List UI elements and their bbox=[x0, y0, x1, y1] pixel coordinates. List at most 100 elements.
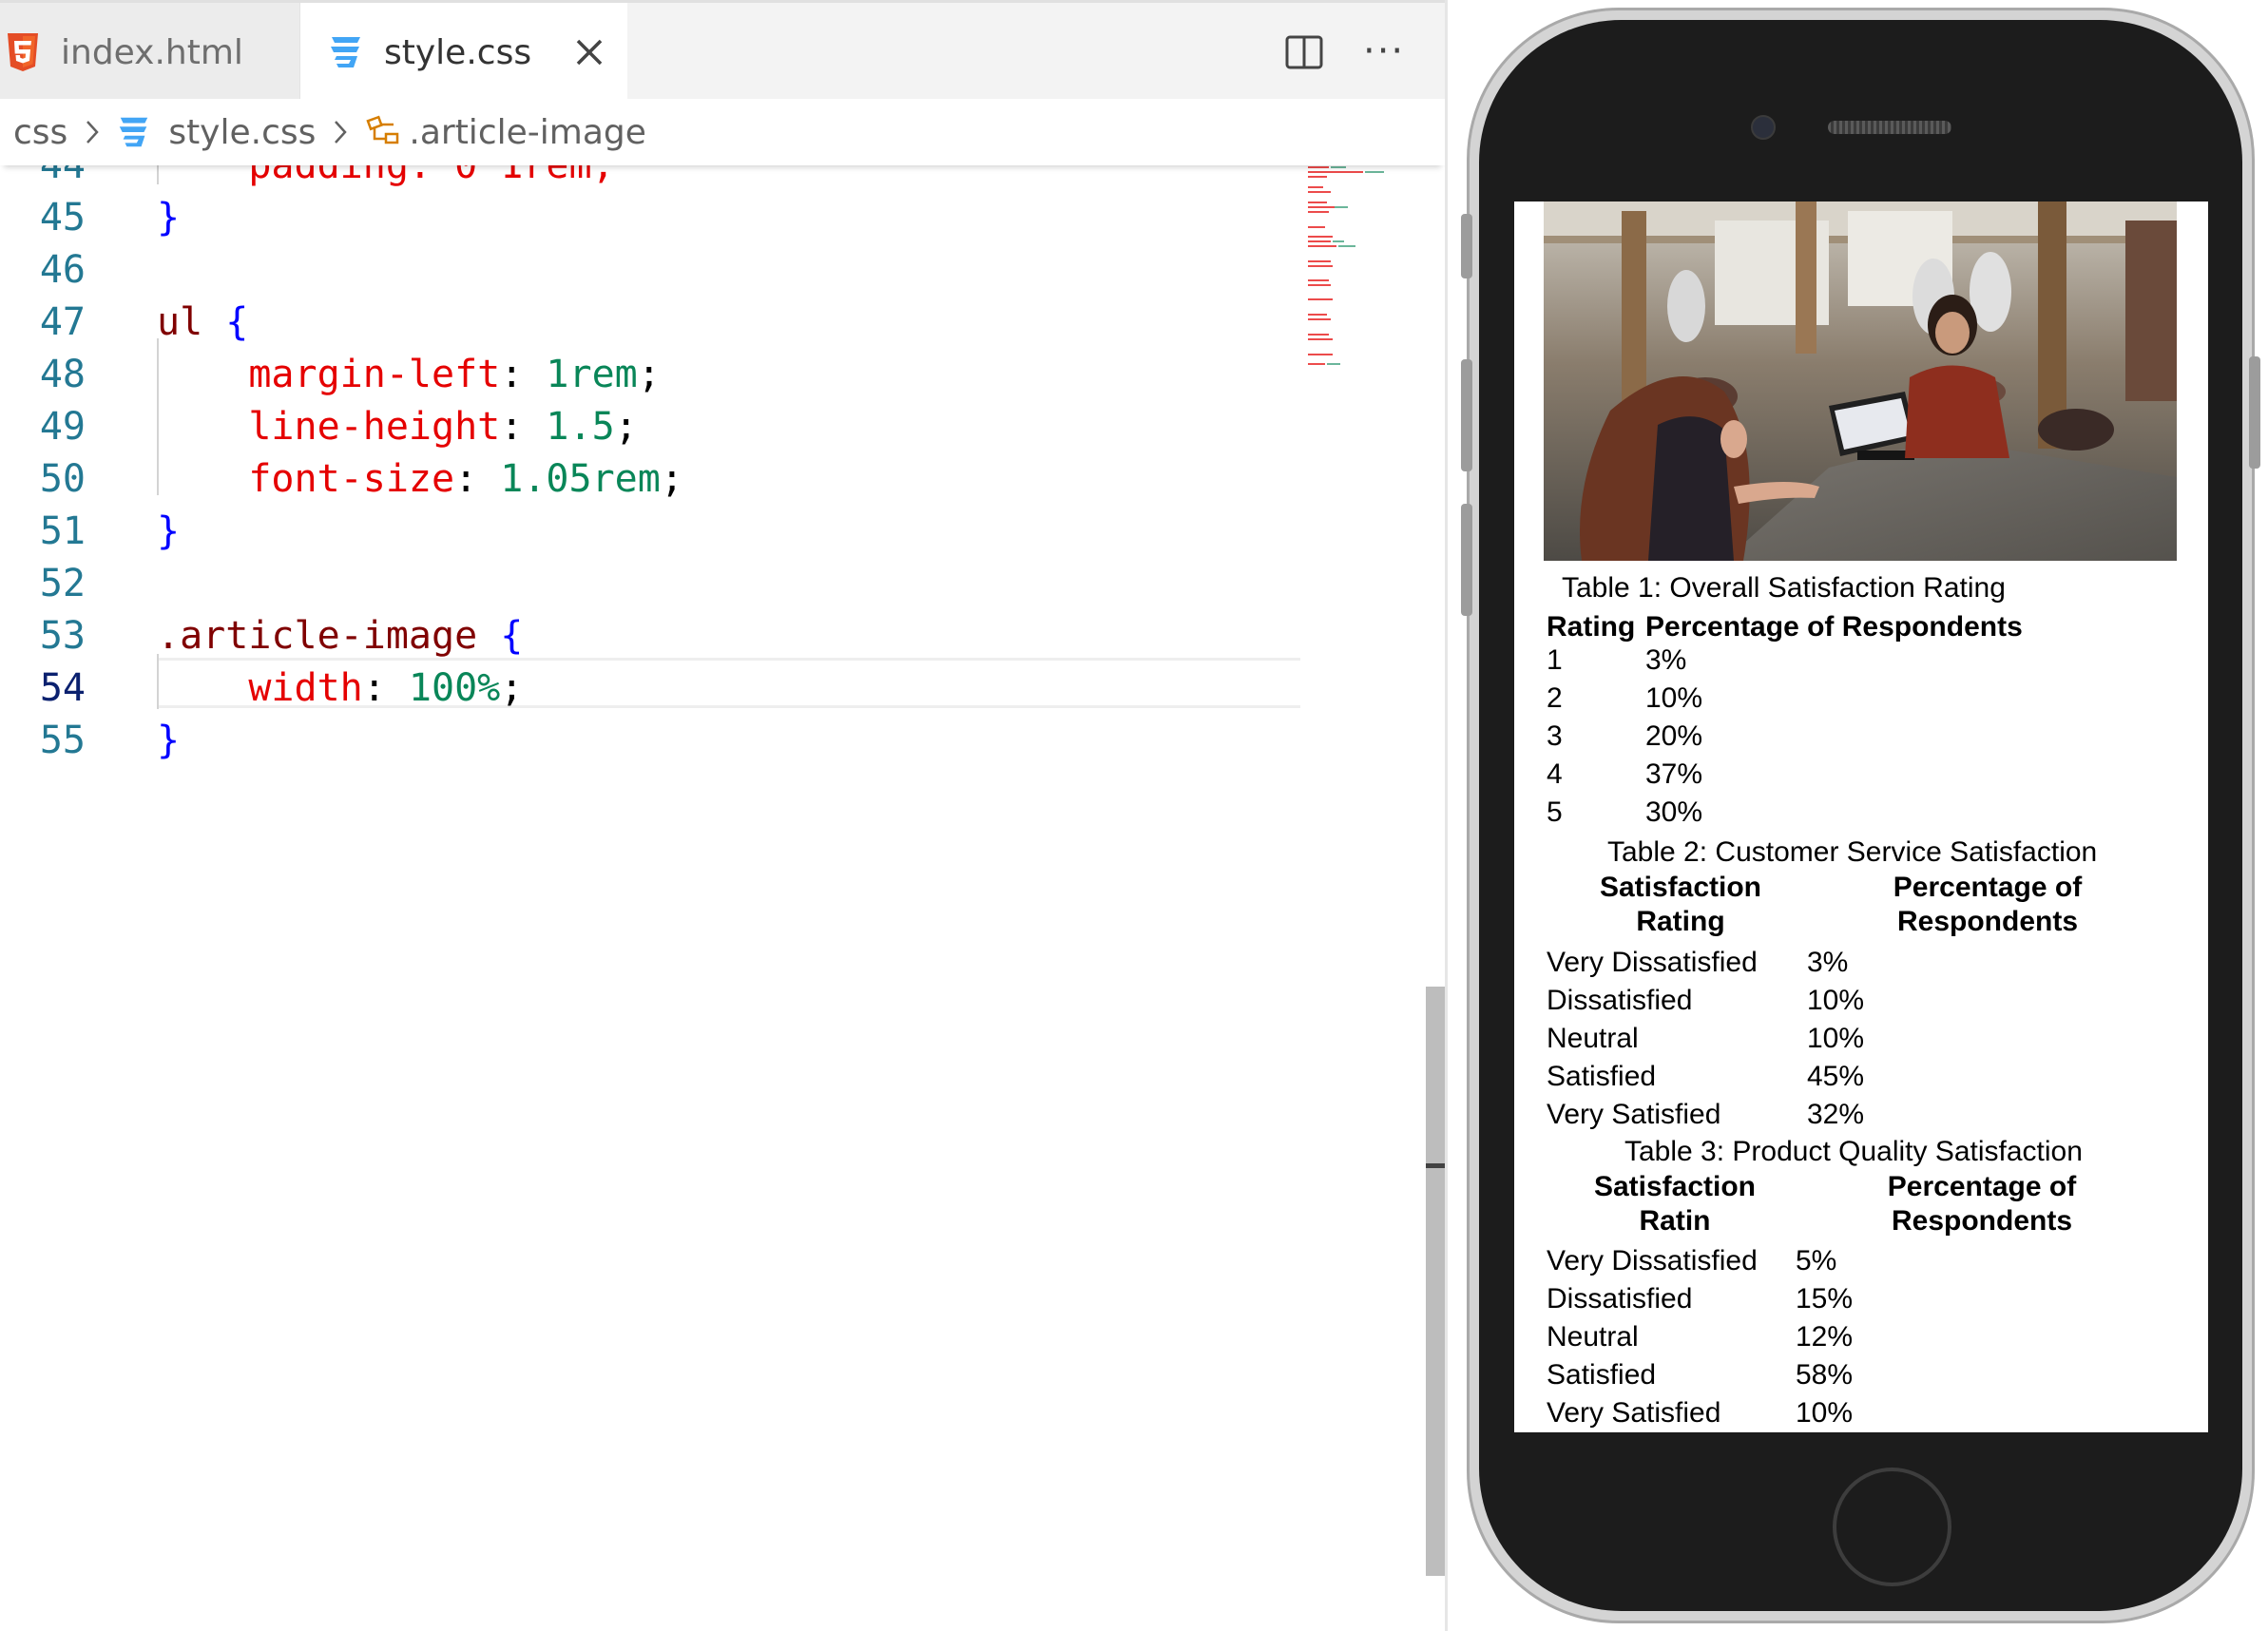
code-line[interactable]: 51} bbox=[0, 506, 1302, 558]
breadcrumb-file[interactable]: style.css bbox=[117, 113, 316, 152]
table-cell: 3% bbox=[1807, 947, 1849, 978]
code-line[interactable]: 55} bbox=[0, 715, 1302, 767]
table-caption: Table 3: Product Quality Satisfaction bbox=[1624, 1136, 2083, 1167]
code-editor: index.html style.css ··· css style.css .… bbox=[0, 0, 1445, 1631]
code-line[interactable]: 46 bbox=[0, 244, 1302, 297]
code-line[interactable]: 50 font-size: 1.05rem; bbox=[0, 453, 1302, 506]
tab-style-css[interactable]: style.css bbox=[300, 3, 627, 102]
table-cell: Satisfied bbox=[1547, 1359, 1657, 1391]
table-cell: Dissatisfied bbox=[1547, 985, 1693, 1016]
code-line[interactable]: 48 margin-left: 1rem; bbox=[0, 349, 1302, 401]
more-actions-icon[interactable]: ··· bbox=[1363, 29, 1405, 73]
table-cell: Very Satisfied bbox=[1547, 1397, 1721, 1429]
table-cell: Very Satisfied bbox=[1547, 1099, 1721, 1130]
code-content: } bbox=[157, 506, 180, 558]
tab-label: index.html bbox=[61, 32, 243, 72]
code-content: font-size: 1.05rem; bbox=[157, 453, 683, 506]
code-token: .article-image bbox=[157, 614, 478, 658]
code-content: ul { bbox=[157, 297, 248, 349]
table-cell: 30% bbox=[1645, 796, 1703, 828]
code-token: ul bbox=[157, 300, 203, 344]
front-camera-icon bbox=[1751, 115, 1776, 140]
code-line[interactable]: 52 bbox=[0, 558, 1302, 610]
breadcrumb-symbol-label: .article-image bbox=[409, 112, 646, 152]
code-content: line-height: 1.5; bbox=[157, 401, 637, 453]
scrollbar-thumb[interactable] bbox=[1426, 987, 1445, 1576]
breadcrumb-folder[interactable]: css bbox=[13, 113, 67, 152]
table-caption: Table 1: Overall Satisfaction Rating bbox=[1562, 572, 2006, 604]
scroll-position-indicator bbox=[1426, 1163, 1445, 1168]
html5-icon bbox=[6, 33, 40, 71]
speaker-grille-icon bbox=[1828, 121, 1951, 134]
code-token: 100% bbox=[408, 666, 501, 710]
tab-index-html[interactable]: index.html bbox=[0, 3, 300, 102]
line-number: 51 bbox=[39, 509, 86, 553]
code-line[interactable]: 49 line-height: 1.5; bbox=[0, 401, 1302, 453]
code-token: 1rem bbox=[546, 353, 638, 396]
code-token: padding: 0 1rem; bbox=[157, 165, 615, 187]
code-token: ; bbox=[500, 666, 524, 710]
minimap[interactable] bbox=[1302, 162, 1397, 380]
code-content: width: 100%; bbox=[157, 662, 523, 715]
code-area[interactable]: 44 padding: 0 1rem; 45} 46 47 ul {48 margin-… bbox=[0, 165, 1445, 1631]
code-content: padding: 0 1rem; bbox=[157, 165, 615, 192]
code-token: width bbox=[157, 666, 363, 710]
table-cell: 1 bbox=[1547, 644, 1563, 676]
table-cell: Neutral bbox=[1547, 1321, 1639, 1353]
line-number: 52 bbox=[39, 562, 86, 605]
breadcrumb-folder-label: css bbox=[13, 112, 68, 152]
code-line[interactable]: 44 padding: 0 1rem; bbox=[0, 165, 1302, 192]
table-cell: 20% bbox=[1645, 720, 1703, 752]
power-button bbox=[2249, 356, 2260, 469]
code-token: ; bbox=[637, 353, 661, 396]
tab-label: style.css bbox=[384, 32, 532, 72]
salon-photo bbox=[1544, 201, 2177, 561]
table-header: Percentage of Respondents bbox=[1887, 1171, 2077, 1237]
chevron-right-icon bbox=[335, 121, 348, 144]
table-cell: Very Dissatisfied bbox=[1547, 1245, 1758, 1276]
code-token: } bbox=[157, 719, 181, 762]
table-cell: 3% bbox=[1645, 644, 1687, 676]
chevron-right-icon bbox=[86, 121, 100, 144]
breadcrumb: css style.css .article-image bbox=[0, 99, 1445, 165]
code-line[interactable]: 45} bbox=[0, 192, 1302, 244]
code-token: { bbox=[225, 300, 249, 344]
volume-down-button bbox=[1461, 504, 1472, 616]
table-cell: 32% bbox=[1807, 1099, 1865, 1130]
home-button[interactable] bbox=[1833, 1468, 1951, 1586]
code-token: margin-left bbox=[157, 353, 501, 396]
line-number: 55 bbox=[39, 719, 86, 762]
code-token: : bbox=[362, 666, 409, 710]
table-header: Satisfaction Rating bbox=[1599, 872, 1762, 937]
breadcrumb-file-label: style.css bbox=[168, 112, 317, 152]
line-number: 48 bbox=[39, 353, 86, 396]
table-cell: Neutral bbox=[1547, 1023, 1639, 1054]
table-cell: 10% bbox=[1807, 985, 1865, 1016]
close-icon[interactable] bbox=[572, 35, 606, 69]
table-cell: 58% bbox=[1796, 1359, 1854, 1391]
table-cell: Satisfied bbox=[1547, 1061, 1657, 1092]
split-editor-icon[interactable] bbox=[1283, 31, 1325, 73]
code-token: 1.5 bbox=[546, 405, 615, 449]
code-token: line-height bbox=[157, 405, 501, 449]
editor-actions: ··· bbox=[1283, 29, 1445, 73]
css3-icon bbox=[329, 33, 363, 71]
line-number: 45 bbox=[39, 196, 86, 240]
code-line[interactable]: 47 ul { bbox=[0, 297, 1302, 349]
code-token: ; bbox=[660, 457, 683, 501]
table-header: Percentage of Respondents bbox=[1893, 872, 2083, 937]
code-content: margin-left: 1rem; bbox=[157, 349, 661, 401]
line-number: 47 bbox=[39, 300, 86, 344]
table-header: Percentage of Respondents bbox=[1645, 611, 2023, 643]
code-token: : bbox=[454, 457, 501, 501]
table-cell: 3 bbox=[1547, 720, 1563, 752]
code-token: font-size bbox=[157, 457, 455, 501]
code-line[interactable]: 54 width: 100%; bbox=[0, 662, 1302, 715]
code-line[interactable]: 53 .article-image { bbox=[0, 610, 1302, 662]
line-number: 53 bbox=[39, 614, 86, 658]
breadcrumb-symbol[interactable]: .article-image bbox=[365, 113, 646, 152]
table-cell: 37% bbox=[1645, 758, 1703, 790]
table-cell: 15% bbox=[1796, 1283, 1854, 1314]
